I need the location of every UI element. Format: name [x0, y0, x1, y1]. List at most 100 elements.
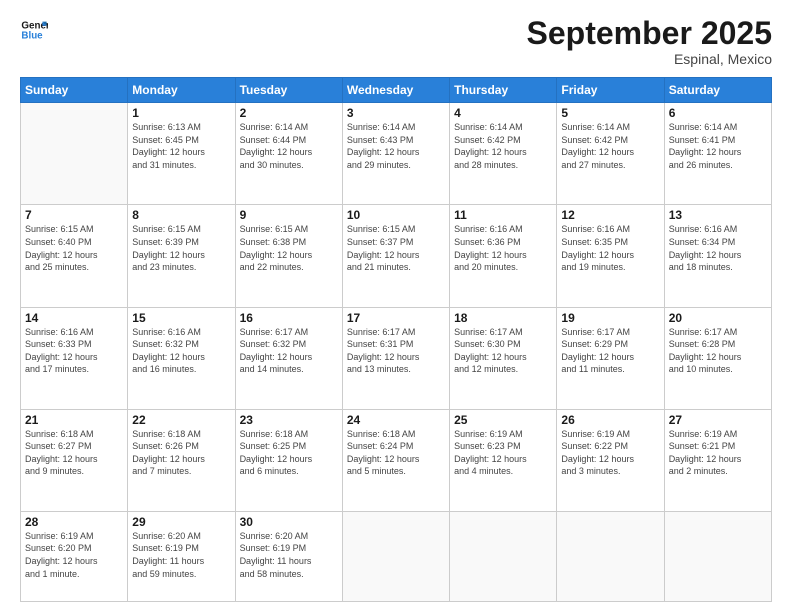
- day-info: Sunrise: 6:17 AM Sunset: 6:30 PM Dayligh…: [454, 326, 552, 376]
- table-row: 6Sunrise: 6:14 AM Sunset: 6:41 PM Daylig…: [664, 103, 771, 205]
- day-number: 24: [347, 413, 445, 427]
- day-number: 12: [561, 208, 659, 222]
- col-saturday: Saturday: [664, 78, 771, 103]
- svg-text:Blue: Blue: [21, 30, 43, 41]
- day-number: 26: [561, 413, 659, 427]
- day-info: Sunrise: 6:19 AM Sunset: 6:21 PM Dayligh…: [669, 428, 767, 478]
- col-wednesday: Wednesday: [342, 78, 449, 103]
- day-info: Sunrise: 6:14 AM Sunset: 6:42 PM Dayligh…: [561, 121, 659, 171]
- table-row: 4Sunrise: 6:14 AM Sunset: 6:42 PM Daylig…: [450, 103, 557, 205]
- table-row: 15Sunrise: 6:16 AM Sunset: 6:32 PM Dayli…: [128, 307, 235, 409]
- table-row: 18Sunrise: 6:17 AM Sunset: 6:30 PM Dayli…: [450, 307, 557, 409]
- col-friday: Friday: [557, 78, 664, 103]
- day-number: 10: [347, 208, 445, 222]
- day-info: Sunrise: 6:14 AM Sunset: 6:42 PM Dayligh…: [454, 121, 552, 171]
- day-number: 1: [132, 106, 230, 120]
- table-row: 24Sunrise: 6:18 AM Sunset: 6:24 PM Dayli…: [342, 409, 449, 511]
- table-row: 28Sunrise: 6:19 AM Sunset: 6:20 PM Dayli…: [21, 511, 128, 601]
- day-info: Sunrise: 6:19 AM Sunset: 6:23 PM Dayligh…: [454, 428, 552, 478]
- calendar-table: Sunday Monday Tuesday Wednesday Thursday…: [20, 77, 772, 602]
- col-tuesday: Tuesday: [235, 78, 342, 103]
- table-row: 2Sunrise: 6:14 AM Sunset: 6:44 PM Daylig…: [235, 103, 342, 205]
- table-row: 25Sunrise: 6:19 AM Sunset: 6:23 PM Dayli…: [450, 409, 557, 511]
- day-number: 18: [454, 311, 552, 325]
- day-info: Sunrise: 6:16 AM Sunset: 6:32 PM Dayligh…: [132, 326, 230, 376]
- table-row: 19Sunrise: 6:17 AM Sunset: 6:29 PM Dayli…: [557, 307, 664, 409]
- day-number: 6: [669, 106, 767, 120]
- day-number: 13: [669, 208, 767, 222]
- table-row: 30Sunrise: 6:20 AM Sunset: 6:19 PM Dayli…: [235, 511, 342, 601]
- day-info: Sunrise: 6:18 AM Sunset: 6:27 PM Dayligh…: [25, 428, 123, 478]
- day-number: 22: [132, 413, 230, 427]
- day-info: Sunrise: 6:19 AM Sunset: 6:22 PM Dayligh…: [561, 428, 659, 478]
- header-row: Sunday Monday Tuesday Wednesday Thursday…: [21, 78, 772, 103]
- day-info: Sunrise: 6:16 AM Sunset: 6:35 PM Dayligh…: [561, 223, 659, 273]
- day-info: Sunrise: 6:17 AM Sunset: 6:29 PM Dayligh…: [561, 326, 659, 376]
- day-number: 21: [25, 413, 123, 427]
- day-number: 30: [240, 515, 338, 529]
- day-info: Sunrise: 6:15 AM Sunset: 6:39 PM Dayligh…: [132, 223, 230, 273]
- day-number: 27: [669, 413, 767, 427]
- day-number: 9: [240, 208, 338, 222]
- day-info: Sunrise: 6:13 AM Sunset: 6:45 PM Dayligh…: [132, 121, 230, 171]
- table-row: 5Sunrise: 6:14 AM Sunset: 6:42 PM Daylig…: [557, 103, 664, 205]
- day-number: 11: [454, 208, 552, 222]
- table-row: 8Sunrise: 6:15 AM Sunset: 6:39 PM Daylig…: [128, 205, 235, 307]
- table-row: 26Sunrise: 6:19 AM Sunset: 6:22 PM Dayli…: [557, 409, 664, 511]
- day-number: 7: [25, 208, 123, 222]
- month-title: September 2025: [527, 16, 772, 51]
- day-number: 5: [561, 106, 659, 120]
- title-block: September 2025 Espinal, Mexico: [527, 16, 772, 67]
- day-info: Sunrise: 6:20 AM Sunset: 6:19 PM Dayligh…: [132, 530, 230, 580]
- table-row: 21Sunrise: 6:18 AM Sunset: 6:27 PM Dayli…: [21, 409, 128, 511]
- logo: General Blue: [20, 16, 48, 44]
- table-row: 1Sunrise: 6:13 AM Sunset: 6:45 PM Daylig…: [128, 103, 235, 205]
- day-info: Sunrise: 6:18 AM Sunset: 6:25 PM Dayligh…: [240, 428, 338, 478]
- col-monday: Monday: [128, 78, 235, 103]
- day-number: 29: [132, 515, 230, 529]
- day-number: 16: [240, 311, 338, 325]
- logo-icon: General Blue: [20, 16, 48, 44]
- table-row: 27Sunrise: 6:19 AM Sunset: 6:21 PM Dayli…: [664, 409, 771, 511]
- table-row: 13Sunrise: 6:16 AM Sunset: 6:34 PM Dayli…: [664, 205, 771, 307]
- table-row: 22Sunrise: 6:18 AM Sunset: 6:26 PM Dayli…: [128, 409, 235, 511]
- day-info: Sunrise: 6:18 AM Sunset: 6:24 PM Dayligh…: [347, 428, 445, 478]
- day-number: 20: [669, 311, 767, 325]
- day-info: Sunrise: 6:19 AM Sunset: 6:20 PM Dayligh…: [25, 530, 123, 580]
- day-info: Sunrise: 6:17 AM Sunset: 6:28 PM Dayligh…: [669, 326, 767, 376]
- day-info: Sunrise: 6:15 AM Sunset: 6:37 PM Dayligh…: [347, 223, 445, 273]
- table-row: 23Sunrise: 6:18 AM Sunset: 6:25 PM Dayli…: [235, 409, 342, 511]
- day-info: Sunrise: 6:16 AM Sunset: 6:33 PM Dayligh…: [25, 326, 123, 376]
- table-row: 10Sunrise: 6:15 AM Sunset: 6:37 PM Dayli…: [342, 205, 449, 307]
- header: General Blue September 2025 Espinal, Mex…: [20, 16, 772, 67]
- table-row: 29Sunrise: 6:20 AM Sunset: 6:19 PM Dayli…: [128, 511, 235, 601]
- table-row: 17Sunrise: 6:17 AM Sunset: 6:31 PM Dayli…: [342, 307, 449, 409]
- day-info: Sunrise: 6:18 AM Sunset: 6:26 PM Dayligh…: [132, 428, 230, 478]
- day-number: 25: [454, 413, 552, 427]
- table-row: [450, 511, 557, 601]
- day-info: Sunrise: 6:16 AM Sunset: 6:34 PM Dayligh…: [669, 223, 767, 273]
- day-number: 2: [240, 106, 338, 120]
- day-info: Sunrise: 6:17 AM Sunset: 6:31 PM Dayligh…: [347, 326, 445, 376]
- day-info: Sunrise: 6:14 AM Sunset: 6:44 PM Dayligh…: [240, 121, 338, 171]
- day-number: 15: [132, 311, 230, 325]
- day-info: Sunrise: 6:16 AM Sunset: 6:36 PM Dayligh…: [454, 223, 552, 273]
- day-info: Sunrise: 6:14 AM Sunset: 6:43 PM Dayligh…: [347, 121, 445, 171]
- subtitle: Espinal, Mexico: [527, 51, 772, 67]
- day-number: 4: [454, 106, 552, 120]
- table-row: 14Sunrise: 6:16 AM Sunset: 6:33 PM Dayli…: [21, 307, 128, 409]
- table-row: 9Sunrise: 6:15 AM Sunset: 6:38 PM Daylig…: [235, 205, 342, 307]
- day-info: Sunrise: 6:15 AM Sunset: 6:38 PM Dayligh…: [240, 223, 338, 273]
- table-row: 3Sunrise: 6:14 AM Sunset: 6:43 PM Daylig…: [342, 103, 449, 205]
- page: General Blue September 2025 Espinal, Mex…: [0, 0, 792, 612]
- table-row: [664, 511, 771, 601]
- day-number: 17: [347, 311, 445, 325]
- day-number: 14: [25, 311, 123, 325]
- table-row: 20Sunrise: 6:17 AM Sunset: 6:28 PM Dayli…: [664, 307, 771, 409]
- table-row: 11Sunrise: 6:16 AM Sunset: 6:36 PM Dayli…: [450, 205, 557, 307]
- day-info: Sunrise: 6:14 AM Sunset: 6:41 PM Dayligh…: [669, 121, 767, 171]
- day-info: Sunrise: 6:17 AM Sunset: 6:32 PM Dayligh…: [240, 326, 338, 376]
- day-number: 8: [132, 208, 230, 222]
- day-info: Sunrise: 6:15 AM Sunset: 6:40 PM Dayligh…: [25, 223, 123, 273]
- day-number: 19: [561, 311, 659, 325]
